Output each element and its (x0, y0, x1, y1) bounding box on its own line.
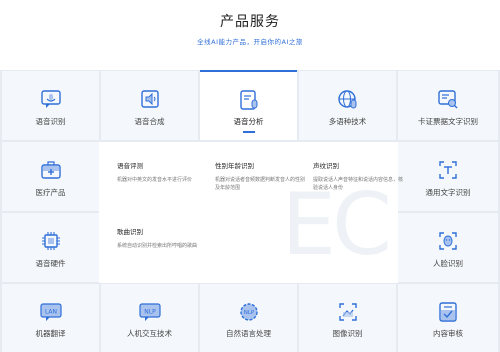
chip-icon (41, 232, 60, 250)
text-scan-icon (439, 161, 457, 179)
page-subtitle: 全线AI能力产品，开启你的AI之旅 (197, 38, 303, 46)
submenu-item-title: 歌曲识别 (117, 228, 143, 236)
product-speech-analysis[interactable]: 语音分析 (200, 70, 297, 140)
product-machine-translation[interactable]: LAN 机器翻译 (2, 284, 99, 352)
product-voice-hardware[interactable]: 语音硬件 (2, 213, 99, 282)
submenu-item-desc: 系统自动识别并检索出所哼唱的歌曲 (117, 243, 198, 249)
face-scan-icon (439, 232, 457, 250)
card-scan-icon (438, 90, 458, 109)
product-speech-synthesis[interactable]: 语音合成 (101, 71, 198, 140)
product-label: 语音分析 (233, 117, 264, 126)
document-mic-icon (239, 90, 257, 110)
submenu-item-title: 性别年龄识别 (215, 162, 254, 170)
svg-text:LAN: LAN (44, 309, 56, 316)
nlp-chat-icon: NLP (138, 303, 161, 321)
speaker-icon (140, 90, 159, 108)
product-label: 语音合成 (134, 117, 165, 126)
product-label: 人机交互技术 (127, 329, 172, 338)
product-image-recognition[interactable]: 图像识别 (299, 284, 396, 352)
product-label: 人脸识别 (433, 259, 463, 268)
product-grid: 语音识别 语音合成 语音分析 多语种技术 卡证票据文字识别 医疗产品 通用文字识… (0, 70, 500, 352)
submenu-item[interactable]: 歌曲识别 系统自动识别并检索出所哼唱的歌曲 (117, 226, 207, 250)
image-scan-icon (338, 303, 357, 321)
product-label: 医疗产品 (35, 188, 66, 197)
active-indicator (242, 131, 255, 133)
submenu-item-desc: 机器对中英文的发音水平进行评价 (117, 177, 193, 183)
product-medical[interactable]: 医疗产品 (2, 142, 99, 211)
product-label: 内容审核 (433, 329, 463, 338)
submenu-item-title: 语音评测 (117, 162, 143, 170)
medical-kit-icon (40, 161, 61, 179)
submenu-item[interactable]: 语音评测 机器对中英文的发音水平进行评价 (117, 160, 207, 184)
mic-bubble-icon (40, 90, 61, 108)
product-label: 机器翻译 (35, 329, 66, 338)
product-label: 图像识别 (332, 329, 363, 338)
page-title: 产品服务 (220, 14, 280, 30)
checklist-icon (439, 302, 457, 322)
product-nlp[interactable]: NLP 自然语言处理 (200, 284, 297, 352)
translate-icon: LAN (39, 303, 62, 321)
svg-text:NLP: NLP (144, 309, 156, 316)
submenu-item-desc: 提取说话人声音特征和说话内容信息，核验说话人身份 (313, 177, 404, 191)
svg-text:NLP: NLP (243, 310, 254, 316)
product-general-ocr[interactable]: 通用文字识别 (398, 142, 498, 211)
product-label: 语音识别 (35, 117, 66, 126)
product-label: 语音硬件 (35, 259, 66, 268)
product-multilingual[interactable]: 多语种技术 (299, 71, 396, 140)
submenu-item[interactable]: 性别年龄识别 机器对说话者音频数据判断发音人的性别及年龄范围 (215, 160, 305, 192)
submenu-item[interactable]: 声纹识别 提取说话人声音特征和说话内容信息，核验说话人身份 (313, 160, 403, 192)
submenu-item-desc: 机器对说话者音频数据判断发音人的性别及年龄范围 (215, 177, 306, 191)
submenu-panel: EC 语音评测 机器对中英文的发音水平进行评价 性别年龄识别 机器对说话者音频数… (99, 142, 403, 283)
product-content-moderation[interactable]: 内容审核 (398, 284, 498, 352)
submenu-item-title: 声纹识别 (313, 162, 339, 170)
product-label: 卡证票据文字识别 (418, 117, 478, 126)
product-card-ocr[interactable]: 卡证票据文字识别 (398, 71, 498, 140)
product-label: 多语种技术 (328, 117, 367, 126)
product-face-recognition[interactable]: 人脸识别 (398, 213, 498, 282)
product-speech-recognition[interactable]: 语音识别 (2, 71, 99, 140)
globe-mic-icon (337, 90, 356, 109)
product-label: 通用文字识别 (425, 188, 471, 197)
product-label: 自然语言处理 (226, 329, 271, 338)
product-human-computer-interaction[interactable]: NLP 人机交互技术 (101, 284, 198, 352)
section-header: 产品服务 全线AI能力产品，开启你的AI之旅 (0, 0, 500, 70)
nlp-gear-icon: NLP (239, 303, 258, 321)
